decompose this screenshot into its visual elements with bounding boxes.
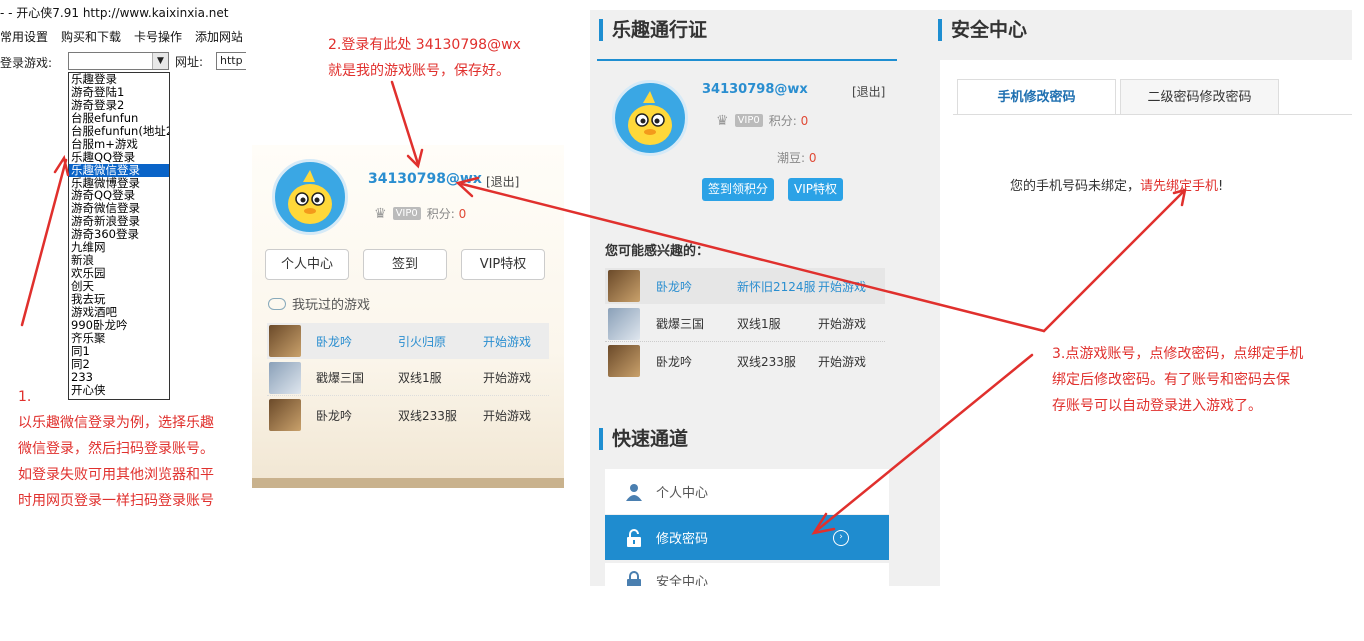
arrow-to-username xyxy=(460,182,1046,333)
arrow-step-2 xyxy=(390,80,420,166)
arrow-to-change-password xyxy=(814,353,1034,533)
arrow-head xyxy=(1172,188,1187,207)
arrow-to-bind-phone xyxy=(1042,189,1186,333)
annotation-arrows xyxy=(20,80,1187,535)
arrow-step-1 xyxy=(20,158,68,327)
